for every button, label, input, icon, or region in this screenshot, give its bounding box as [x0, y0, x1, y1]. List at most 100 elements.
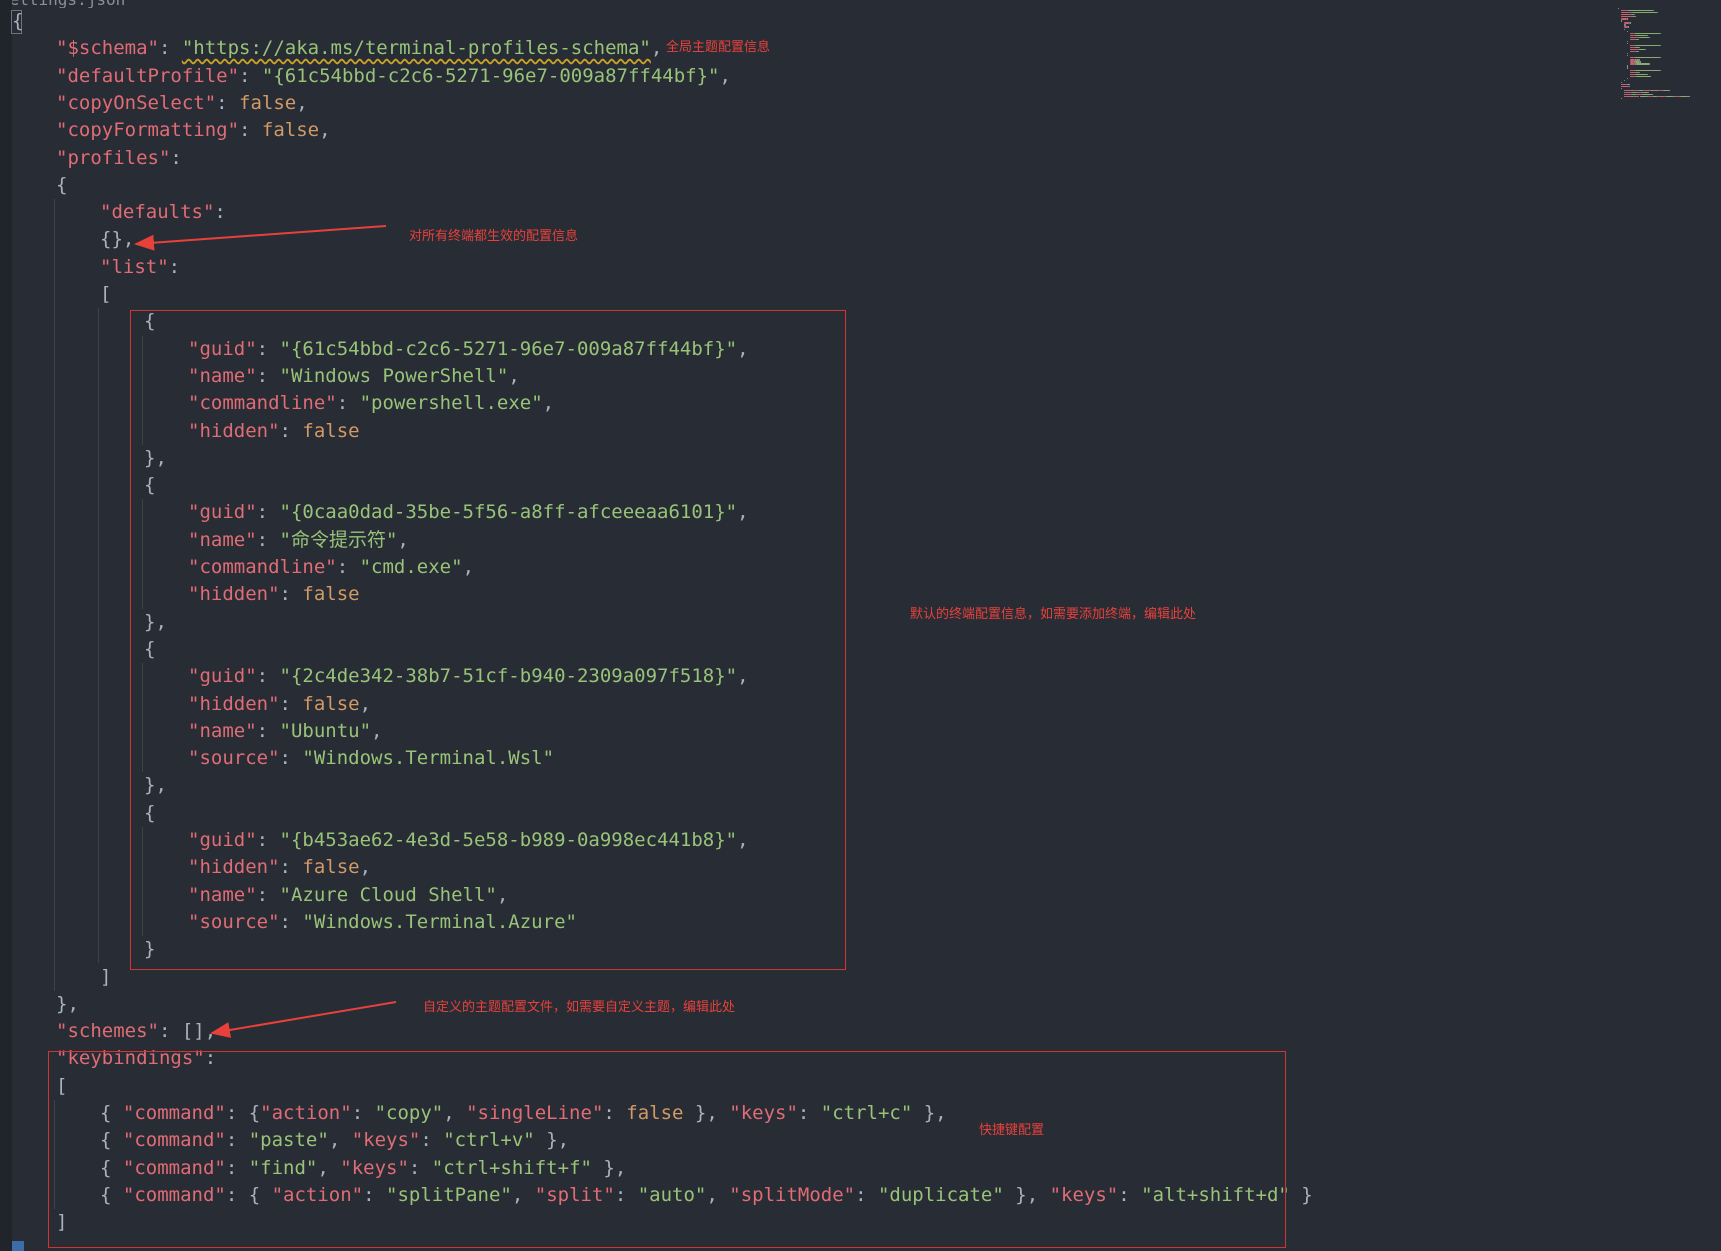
code-line[interactable]: "defaultProfile": "{61c54bbd-c2c6-5271-9…	[56, 63, 731, 90]
code-line[interactable]: "copyFormatting": false,	[56, 117, 331, 144]
code-line[interactable]: },	[56, 991, 79, 1018]
code-line[interactable]: "list":	[100, 254, 180, 281]
minimap-token	[1627, 42, 1628, 45]
minimap-token	[1627, 40, 1629, 43]
minimap-token	[1634, 69, 1660, 71]
minimap-token	[1626, 83, 1630, 86]
minimap-token	[1659, 32, 1661, 34]
schemes-note: 自定义的主题配置文件，如需要自定义主题，编辑此处	[423, 1000, 736, 1015]
code-token: "list"	[100, 255, 169, 278]
code-token: ,	[296, 91, 308, 114]
code-token: :	[216, 91, 240, 114]
profiles-list-highlight-box	[130, 310, 846, 970]
code-token: ,	[319, 119, 331, 142]
minimap-token	[1634, 34, 1648, 36]
minimap-token	[1636, 51, 1640, 53]
code-token: :	[170, 146, 182, 169]
code-token: ]	[100, 965, 112, 988]
code-token: false	[261, 119, 320, 142]
minimap-token	[1632, 12, 1657, 14]
minimap-token	[1624, 28, 1625, 30]
code-token: }	[1289, 1183, 1313, 1206]
minimap-token	[1627, 18, 1629, 20]
minimap-token	[1627, 77, 1628, 79]
defaults-note: 对所有终端都生效的配置信息	[409, 229, 579, 244]
minimap-token	[1627, 55, 1628, 57]
minimap-token	[1627, 30, 1628, 32]
code-line[interactable]: "copyOnSelect": false,	[56, 90, 308, 117]
minimap-token	[1639, 36, 1650, 38]
minimap-token	[1634, 32, 1660, 34]
code-token: {},	[100, 228, 135, 251]
minimap-token	[1639, 96, 1647, 98]
minimap-token	[1688, 96, 1690, 98]
code-token: :	[214, 201, 226, 224]
code-token: {	[12, 10, 24, 32]
code-line[interactable]: "schemes": [],	[56, 1018, 216, 1045]
code-token: "copyFormatting"	[56, 119, 240, 142]
minimap-token	[1634, 44, 1660, 47]
code-line[interactable]: {	[56, 172, 67, 199]
keybindings-highlight-box	[48, 1051, 1286, 1248]
minimap-token	[1639, 71, 1641, 73]
minimap-token	[1668, 90, 1670, 92]
minimap-token	[1656, 12, 1658, 14]
code-token: },	[56, 992, 79, 1015]
global-theme-note: 全局主题配置信息	[666, 40, 771, 55]
minimap-token	[1629, 85, 1631, 88]
code-line[interactable]: "$schema": "https://aka.ms/terminal-prof…	[56, 35, 662, 62]
minimap-token	[1636, 38, 1640, 41]
minimap-token	[1625, 96, 1631, 98]
code-line[interactable]: [	[100, 281, 111, 308]
code-token: :	[158, 37, 182, 60]
minimap-token	[1644, 49, 1646, 51]
minimap-token	[1649, 36, 1651, 38]
code-token: "profiles"	[56, 146, 171, 169]
code-token: "https://aka.ms/terminal-profiles-schema…	[181, 37, 651, 60]
code-line[interactable]: "defaults":	[100, 199, 226, 226]
minimap-token	[1627, 26, 1629, 28]
minimap-token	[1636, 63, 1650, 65]
keybindings-note: 快捷键配置	[979, 1123, 1045, 1138]
minimap-token	[1630, 22, 1632, 24]
code-token: : [],	[158, 1020, 217, 1043]
code-line[interactable]: "profiles":	[56, 145, 182, 172]
code-token: :	[239, 64, 262, 87]
code-token: "{61c54bbd-c2c6-5271-96e7-009a87ff44bf}"	[261, 64, 720, 87]
code-token: :	[239, 119, 262, 142]
code-token: ,	[719, 64, 731, 87]
code-token: :	[168, 255, 181, 278]
minimap-token	[1636, 75, 1652, 77]
minimap-token	[1624, 79, 1625, 82]
minimap-token	[1659, 69, 1661, 71]
code-line[interactable]: {},	[100, 226, 134, 253]
code-token: "defaults"	[100, 201, 215, 224]
minimap-token	[1630, 36, 1639, 38]
minimap-token	[1621, 85, 1630, 88]
minimap-token	[1621, 87, 1622, 90]
minimap-token	[1666, 96, 1673, 98]
code-line[interactable]: ]	[100, 964, 111, 991]
minimap-token	[1627, 67, 1628, 69]
minimap-token	[1680, 96, 1689, 98]
minimap[interactable]	[1616, 8, 1716, 103]
code-token: "defaultProfile"	[56, 64, 240, 87]
profiles-list-note: 默认的终端配置信息，如需要添加终端，编辑此处	[910, 607, 1197, 622]
code-token: "schemes"	[56, 1020, 159, 1043]
code-token: "copyOnSelect"	[56, 91, 217, 114]
minimap-token	[1646, 73, 1648, 75]
scroll-position-marker	[12, 1241, 24, 1251]
minimap-token	[1621, 83, 1627, 86]
minimap-token	[1618, 8, 1619, 10]
minimap-token	[1659, 44, 1661, 47]
code-line[interactable]: {	[12, 8, 23, 35]
minimap-token	[1658, 96, 1665, 98]
minimap-token	[1659, 57, 1661, 59]
minimap-token	[1621, 20, 1622, 22]
code-token: "$schema"	[56, 37, 159, 60]
code-token: {	[56, 173, 68, 196]
minimap-token	[1647, 34, 1649, 36]
indent-guide	[98, 308, 99, 964]
minimap-token	[1621, 98, 1622, 100]
minimap-token	[1621, 81, 1623, 84]
